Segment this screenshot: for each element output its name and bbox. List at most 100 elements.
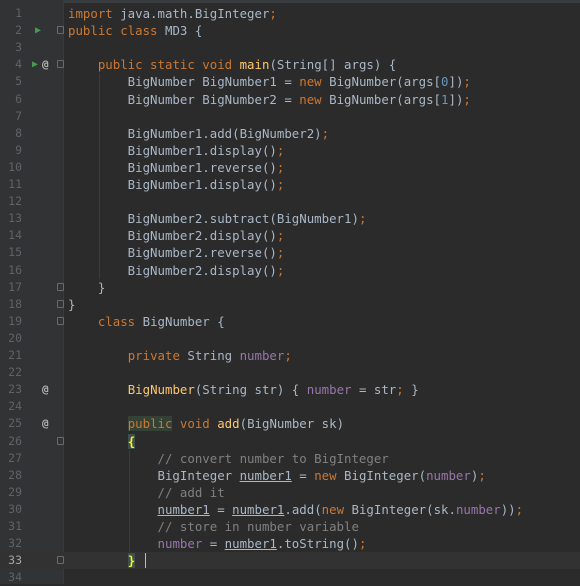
code-line[interactable]: 25 @ public void add(BigNumber sk) — [0, 415, 580, 432]
line-number[interactable]: 14 — [0, 227, 22, 244]
line-number[interactable]: 5 — [0, 73, 22, 90]
code-line[interactable]: 7 — [0, 108, 580, 125]
code-line[interactable]: 27 // convert number to BigInteger — [0, 450, 580, 467]
code-line[interactable]: 33 } — [0, 552, 580, 570]
code-line[interactable]: 5 BigNumber BigNumber1 = new BigNumber(a… — [0, 73, 580, 90]
line-number[interactable]: 29 — [0, 484, 22, 501]
line-number[interactable]: 25 — [0, 415, 22, 432]
code-text[interactable]: BigNumber1.display(); — [68, 142, 285, 159]
code-text[interactable]: private String number; — [68, 347, 292, 364]
line-number[interactable]: 12 — [0, 193, 22, 210]
code-editor[interactable]: 1 import java.math.BigInteger; 2 ▶ public cl… — [0, 0, 580, 584]
line-number[interactable]: 11 — [0, 176, 22, 193]
fold-marker-icon[interactable] — [57, 436, 64, 445]
code-text[interactable]: BigNumber2.display(); — [68, 227, 285, 244]
code-line[interactable]: 21 private String number; — [0, 347, 580, 364]
fold-marker-icon[interactable] — [57, 26, 64, 35]
fold-marker-icon[interactable] — [57, 316, 64, 325]
code-line[interactable]: 29 // add it — [0, 484, 580, 501]
line-number[interactable]: 4 — [0, 56, 22, 73]
annotation-icon[interactable]: @ — [42, 56, 49, 73]
code-line[interactable]: 18} — [0, 296, 580, 313]
code-line[interactable]: 11 BigNumber1.display(); — [0, 176, 580, 193]
code-line[interactable]: 3 — [0, 39, 580, 56]
line-number[interactable]: 7 — [0, 108, 22, 125]
annotation-icon[interactable]: @ — [42, 415, 49, 432]
code-text[interactable]: BigNumber2.reverse(); — [68, 244, 285, 261]
code-text[interactable]: } — [68, 552, 136, 569]
code-text[interactable]: number1 = number1.add(new BigInteger(sk.… — [68, 501, 524, 518]
line-number[interactable]: 28 — [0, 467, 22, 484]
line-number[interactable]: 8 — [0, 125, 22, 142]
line-number[interactable]: 30 — [0, 501, 22, 518]
line-number[interactable]: 3 — [0, 39, 22, 56]
fold-marker-icon[interactable] — [57, 556, 64, 565]
code-line[interactable]: 17 } — [0, 279, 580, 296]
line-number[interactable]: 16 — [0, 262, 22, 279]
code-text[interactable]: BigInteger number1 = new BigInteger(numb… — [68, 467, 486, 484]
code-text[interactable]: // convert number to BigInteger — [68, 450, 389, 467]
line-number[interactable]: 10 — [0, 159, 22, 176]
run-icon[interactable]: ▶ — [35, 22, 41, 39]
code-text[interactable]: BigNumber2.subtract(BigNumber1); — [68, 210, 367, 227]
fold-marker-icon[interactable] — [57, 282, 64, 291]
line-number[interactable]: 13 — [0, 210, 22, 227]
line-number[interactable]: 18 — [0, 296, 22, 313]
code-line[interactable]: 10 BigNumber1.reverse(); — [0, 159, 580, 176]
code-line[interactable]: 31 // store in number variable — [0, 518, 580, 535]
code-line[interactable]: 1 import java.math.BigInteger; — [0, 5, 580, 22]
code-text[interactable]: BigNumber BigNumber1 = new BigNumber(arg… — [68, 73, 471, 90]
line-number[interactable]: 32 — [0, 535, 22, 552]
line-number[interactable]: 6 — [0, 91, 22, 108]
code-line[interactable]: 20 — [0, 330, 580, 347]
code-text[interactable]: BigNumber2.display(); — [68, 262, 285, 279]
code-text[interactable]: BigNumber1.reverse(); — [68, 159, 285, 176]
line-number[interactable]: 26 — [0, 433, 22, 450]
line-number[interactable]: 22 — [0, 364, 22, 381]
line-number[interactable]: 17 — [0, 279, 22, 296]
code-text[interactable]: public void add(BigNumber sk) — [68, 415, 344, 432]
code-line[interactable]: 12 — [0, 193, 580, 210]
code-line[interactable]: 32 number = number1.toString(); — [0, 535, 580, 552]
code-text[interactable]: BigNumber1.add(BigNumber2); — [68, 125, 329, 142]
annotation-icon[interactable]: @ — [42, 381, 49, 398]
code-line[interactable]: 14 BigNumber2.display(); — [0, 227, 580, 244]
code-text[interactable]: BigNumber BigNumber2 = new BigNumber(arg… — [68, 91, 471, 108]
line-number[interactable]: 20 — [0, 330, 22, 347]
code-text[interactable]: { — [68, 433, 136, 450]
code-line[interactable]: 22 — [0, 364, 580, 381]
code-line[interactable]: 16 BigNumber2.display(); — [0, 262, 580, 279]
run-icon[interactable]: ▶ — [32, 56, 38, 73]
code-text[interactable]: } — [68, 279, 105, 296]
code-text[interactable]: public static void main(String[] args) { — [68, 56, 396, 73]
code-text[interactable]: // store in number variable — [68, 518, 359, 535]
code-line[interactable]: 24 — [0, 398, 580, 415]
code-text[interactable]: } — [68, 296, 75, 313]
line-number[interactable]: 24 — [0, 398, 22, 415]
code-line[interactable]: 19 class BigNumber { — [0, 313, 580, 330]
code-line[interactable]: 4 ▶ @ public static void main(String[] arg… — [0, 56, 580, 73]
code-line[interactable]: 15 BigNumber2.reverse(); — [0, 244, 580, 261]
line-number[interactable]: 21 — [0, 347, 22, 364]
code-line[interactable]: 6 BigNumber BigNumber2 = new BigNumber(a… — [0, 91, 580, 108]
code-text[interactable]: class BigNumber { — [68, 313, 225, 330]
line-number[interactable]: 31 — [0, 518, 22, 535]
code-line[interactable]: 34 — [0, 569, 580, 586]
code-text[interactable]: // add it — [68, 484, 225, 501]
code-line[interactable]: 8 BigNumber1.add(BigNumber2); — [0, 125, 580, 142]
line-number[interactable]: 33 — [0, 552, 22, 569]
line-number[interactable]: 2 — [0, 22, 22, 39]
code-text[interactable]: BigNumber(String str) { number = str; } — [68, 381, 419, 398]
fold-marker-icon[interactable] — [57, 299, 64, 308]
code-line[interactable]: 13 BigNumber2.subtract(BigNumber1); — [0, 210, 580, 227]
line-number[interactable]: 1 — [0, 5, 22, 22]
code-line[interactable]: 2 ▶ public class MD3 { — [0, 22, 580, 39]
code-line[interactable]: 26 { — [0, 433, 580, 450]
code-text[interactable]: number = number1.toString(); — [68, 535, 367, 552]
code-line[interactable]: 30 number1 = number1.add(new BigInteger(… — [0, 501, 580, 518]
code-text[interactable]: BigNumber1.display(); — [68, 176, 285, 193]
line-number[interactable]: 27 — [0, 450, 22, 467]
line-number[interactable]: 23 — [0, 381, 22, 398]
code-text[interactable]: import java.math.BigInteger; — [68, 5, 277, 22]
fold-marker-icon[interactable] — [57, 60, 64, 69]
